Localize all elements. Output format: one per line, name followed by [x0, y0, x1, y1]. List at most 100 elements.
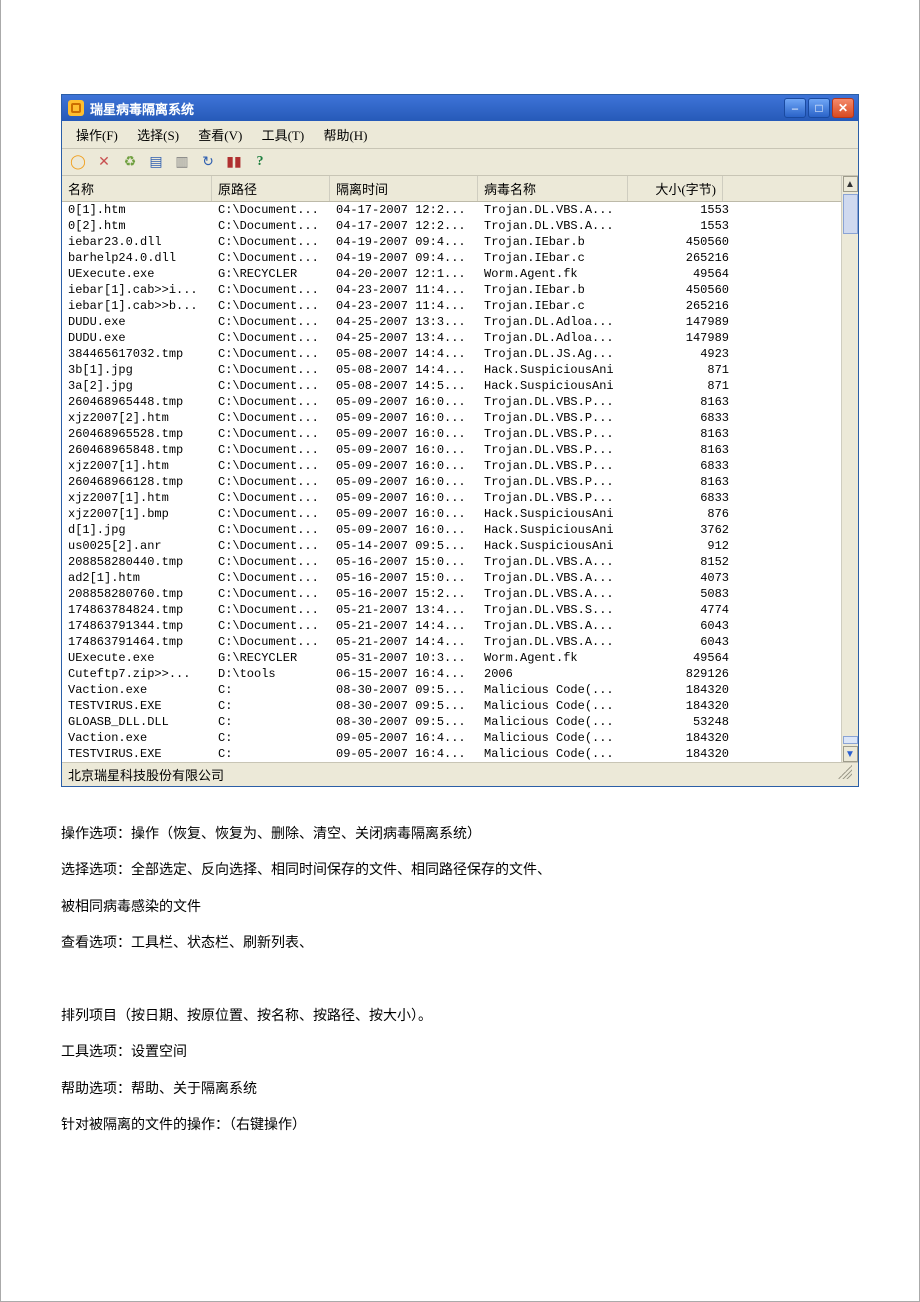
note-line: 工具选项：设置空间 [61, 1035, 859, 1071]
chart-icon[interactable]: ▮▮ [224, 152, 244, 172]
table-row[interactable]: Vaction.exeC:09-05-2007 16:4...Malicious… [62, 730, 858, 746]
table-row[interactable]: UExecute.exeG:\RECYCLER04-20-2007 12:1..… [62, 266, 858, 282]
cell-size: 6833 [634, 458, 729, 474]
cell-time: 04-23-2007 11:4... [336, 298, 484, 314]
cell-size: 3762 [634, 522, 729, 538]
table-row[interactable]: iebar[1].cab>>i...C:\Document...04-23-20… [62, 282, 858, 298]
table-row[interactable]: 0[1].htmC:\Document...04-17-2007 12:2...… [62, 202, 858, 218]
cell-time: 05-31-2007 10:3... [336, 650, 484, 666]
cell-size: 6833 [634, 490, 729, 506]
note-line: 针对被隔离的文件的操作：（右键操作） [61, 1108, 859, 1144]
scroll-up-icon[interactable]: ▲ [843, 176, 858, 192]
col-size[interactable]: 大小(字节) [628, 176, 723, 201]
table-row[interactable]: 208858280760.tmpC:\Document...05-16-2007… [62, 586, 858, 602]
table-row[interactable]: Cuteftp7.zip>>...D:\tools06-15-2007 16:4… [62, 666, 858, 682]
table-row[interactable]: 260468965848.tmpC:\Document...05-09-2007… [62, 442, 858, 458]
cell-virus: Trojan.DL.VBS.A... [484, 586, 634, 602]
statusbar: 北京瑞星科技股份有限公司 [62, 762, 858, 786]
table-row[interactable]: TESTVIRUS.EXEC:08-30-2007 09:5...Malicio… [62, 698, 858, 714]
menu-tool[interactable]: 工具(T) [254, 123, 313, 146]
recycle-icon[interactable]: ♻ [120, 152, 140, 172]
table-row[interactable]: xjz2007[2].htmC:\Document...05-09-2007 1… [62, 410, 858, 426]
col-virus[interactable]: 病毒名称 [478, 176, 628, 201]
table-row[interactable]: ad2[1].htmC:\Document...05-16-2007 15:0.… [62, 570, 858, 586]
minimize-button[interactable]: – [784, 98, 806, 118]
refresh-icon[interactable]: ↻ [198, 152, 218, 172]
details-icon[interactable]: ▥ [172, 152, 192, 172]
menu-help[interactable]: 帮助(H) [315, 123, 375, 146]
menu-view[interactable]: 查看(V) [190, 123, 250, 146]
cell-virus: 2006 [484, 666, 634, 682]
col-time[interactable]: 隔离时间 [330, 176, 478, 201]
delete-icon[interactable]: ✕ [94, 152, 114, 172]
table-row[interactable]: 260468965528.tmpC:\Document...05-09-2007… [62, 426, 858, 442]
cell-path: C:\Document... [218, 410, 336, 426]
help-icon[interactable]: ? [250, 152, 270, 172]
cell-path: C:\Document... [218, 538, 336, 554]
maximize-button[interactable]: □ [808, 98, 830, 118]
cell-path: C:\Document... [218, 234, 336, 250]
cell-path: C:\Document... [218, 330, 336, 346]
menu-select[interactable]: 选择(S) [129, 123, 187, 146]
cell-path: C:\Document... [218, 378, 336, 394]
table-row[interactable]: us0025[2].anrC:\Document...05-14-2007 09… [62, 538, 858, 554]
cell-path: C:\Document... [218, 474, 336, 490]
table-row[interactable]: TESTVIRUS.EXEC:09-05-2007 16:4...Malicio… [62, 746, 858, 762]
cell-virus: Trojan.DL.VBS.A... [484, 634, 634, 650]
col-name[interactable]: 名称 [62, 176, 212, 201]
table-row[interactable]: iebar23.0.dllC:\Document...04-19-2007 09… [62, 234, 858, 250]
resize-grip-icon[interactable] [838, 765, 852, 779]
cell-path: C:\Document... [218, 490, 336, 506]
table-row[interactable]: xjz2007[1].htmC:\Document...05-09-2007 1… [62, 490, 858, 506]
cell-virus: Trojan.IEbar.c [484, 298, 634, 314]
table-row[interactable]: DUDU.exeC:\Document...04-25-2007 13:3...… [62, 314, 858, 330]
cell-size: 871 [634, 362, 729, 378]
note-line: 选择选项：全部选定、反向选择、相同时间保存的文件、相同路径保存的文件、 [61, 853, 859, 889]
table-row[interactable]: d[1].jpgC:\Document...05-09-2007 16:0...… [62, 522, 858, 538]
table-row[interactable]: Vaction.exeC:08-30-2007 09:5...Malicious… [62, 682, 858, 698]
note-line: 被相同病毒感染的文件 [61, 890, 859, 926]
col-path[interactable]: 原路径 [212, 176, 330, 201]
cell-time: 04-23-2007 11:4... [336, 282, 484, 298]
table-row[interactable]: 3a[2].jpgC:\Document...05-08-2007 14:5..… [62, 378, 858, 394]
cell-name: DUDU.exe [68, 330, 218, 346]
close-button[interactable]: ✕ [832, 98, 854, 118]
scrollbar[interactable]: ▲ ▼ [841, 176, 858, 762]
cell-size: 450560 [634, 234, 729, 250]
cell-time: 05-09-2007 16:0... [336, 490, 484, 506]
cell-virus: Hack.SuspiciousAni [484, 362, 634, 378]
cell-size: 6043 [634, 618, 729, 634]
cell-virus: Trojan.DL.VBS.P... [484, 490, 634, 506]
restore-icon[interactable]: ◯ [68, 152, 88, 172]
scroll-down-icon[interactable]: ▼ [843, 746, 858, 762]
cell-time: 05-16-2007 15:2... [336, 586, 484, 602]
scroll-thumb[interactable] [843, 194, 858, 234]
table-row[interactable]: 0[2].htmC:\Document...04-17-2007 12:2...… [62, 218, 858, 234]
table-row[interactable]: xjz2007[1].bmpC:\Document...05-09-2007 1… [62, 506, 858, 522]
table-row[interactable]: DUDU.exeC:\Document...04-25-2007 13:4...… [62, 330, 858, 346]
cell-virus: Malicious Code(... [484, 698, 634, 714]
table-row[interactable]: 384465617032.tmpC:\Document...05-08-2007… [62, 346, 858, 362]
table-row[interactable]: 260468965448.tmpC:\Document...05-09-2007… [62, 394, 858, 410]
table-row[interactable]: 260468966128.tmpC:\Document...05-09-2007… [62, 474, 858, 490]
cell-virus: Malicious Code(... [484, 682, 634, 698]
table-row[interactable]: barhelp24.0.dllC:\Document...04-19-2007 … [62, 250, 858, 266]
cell-virus: Trojan.DL.Adloa... [484, 330, 634, 346]
list-icon[interactable]: ▤ [146, 152, 166, 172]
table-row[interactable]: xjz2007[1].htmC:\Document...05-09-2007 1… [62, 458, 858, 474]
table-row[interactable]: 208858280440.tmpC:\Document...05-16-2007… [62, 554, 858, 570]
table-row[interactable]: 3b[1].jpgC:\Document...05-08-2007 14:4..… [62, 362, 858, 378]
menu-file[interactable]: 操作(F) [68, 123, 126, 146]
table-row[interactable]: UExecute.exeG:\RECYCLER05-31-2007 10:3..… [62, 650, 858, 666]
cell-time: 05-09-2007 16:0... [336, 426, 484, 442]
cell-path: C:\Document... [218, 202, 336, 218]
grid-rows[interactable]: 0[1].htmC:\Document...04-17-2007 12:2...… [62, 202, 858, 762]
table-row[interactable]: iebar[1].cab>>b...C:\Document...04-23-20… [62, 298, 858, 314]
table-row[interactable]: GLOASB_DLL.DLLC:08-30-2007 09:5...Malici… [62, 714, 858, 730]
table-row[interactable]: 174863784824.tmpC:\Document...05-21-2007… [62, 602, 858, 618]
cell-name: Vaction.exe [68, 682, 218, 698]
table-row[interactable]: 174863791344.tmpC:\Document...05-21-2007… [62, 618, 858, 634]
quarantine-grid: 名称 原路径 隔离时间 病毒名称 大小(字节) 0[1].htmC:\Docum… [62, 176, 858, 762]
table-row[interactable]: 174863791464.tmpC:\Document...05-21-2007… [62, 634, 858, 650]
titlebar[interactable]: 瑞星病毒隔离系统 – □ ✕ [62, 95, 858, 121]
